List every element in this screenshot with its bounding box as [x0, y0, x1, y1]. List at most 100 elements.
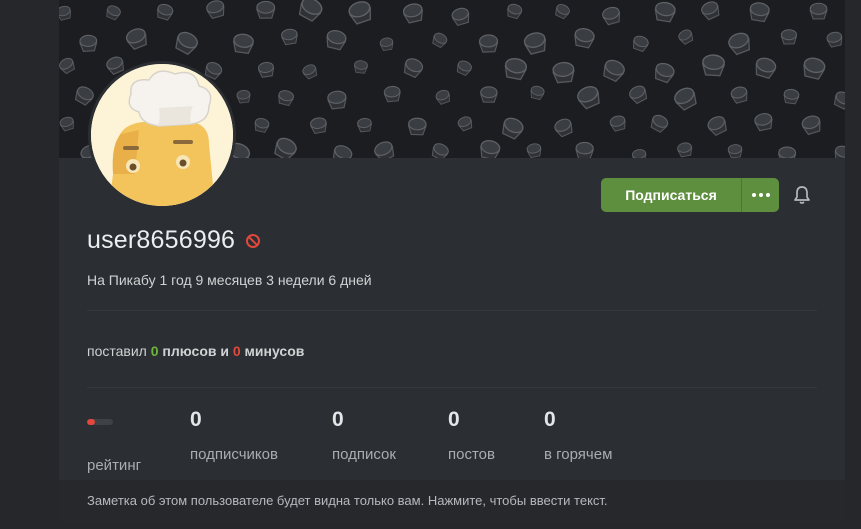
profile-card: Подписаться user8656996 На Пикабу 1 год … [59, 0, 845, 522]
cupcake-pattern-icon [502, 117, 524, 140]
cupcake-pattern-icon [432, 32, 448, 49]
profile-actions: Подписаться [601, 178, 813, 212]
more-button[interactable] [741, 178, 779, 212]
cupcake-pattern-icon [327, 90, 347, 110]
cupcake-pattern-icon [523, 32, 547, 55]
divider [87, 387, 817, 388]
cupcake-pattern-icon [254, 117, 270, 133]
cupcake-pattern-icon [803, 57, 826, 80]
cupcake-pattern-icon [552, 61, 575, 84]
cupcake-pattern-icon [674, 87, 697, 111]
cupcake-pattern-icon [407, 117, 427, 136]
cupcake-pattern-icon [650, 114, 669, 133]
cupcake-pattern-icon [232, 33, 254, 55]
cupcake-pattern-icon [678, 29, 694, 45]
stat-hot[interactable]: 0 в горячем [544, 408, 612, 463]
cupcake-pattern-icon [654, 62, 675, 84]
cupcake-pattern-icon [701, 54, 726, 77]
cupcake-pattern-icon [431, 143, 449, 158]
cupcake-pattern-icon [727, 144, 743, 158]
cupcake-pattern-icon [728, 32, 750, 56]
stat-subscriptions[interactable]: 0 подписок [332, 408, 396, 463]
cupcake-pattern-icon [353, 60, 368, 74]
cupcake-pattern-icon [374, 141, 395, 158]
cupcake-pattern-icon [59, 5, 71, 21]
minus-count: 0 [232, 343, 241, 359]
cupcake-pattern-icon [302, 64, 318, 80]
cupcake-pattern-icon [379, 37, 394, 51]
cupcake-pattern-icon [575, 141, 594, 158]
cupcake-pattern-icon [577, 86, 600, 110]
cupcake-pattern-icon [59, 57, 76, 75]
cupcake-pattern-icon [74, 86, 94, 106]
cupcake-pattern-icon [274, 137, 297, 158]
cupcake-pattern-icon [526, 143, 542, 158]
cupcake-pattern-icon [206, 0, 225, 20]
cupcake-pattern-icon [755, 57, 777, 80]
avatar[interactable] [88, 61, 236, 209]
cupcake-pattern-icon [456, 60, 472, 77]
cupcake-pattern-icon [478, 34, 499, 53]
cupcake-pattern-icon [530, 85, 545, 101]
cupcake-pattern-icon [348, 1, 372, 25]
cupcake-pattern-icon [749, 2, 770, 23]
cupcake-pattern-icon [801, 115, 821, 136]
cupcake-pattern-icon [257, 61, 275, 78]
cupcake-pattern-icon [79, 34, 98, 52]
cupcake-pattern-icon [332, 145, 353, 158]
cupcake-pattern-icon [236, 89, 251, 104]
cupcake-pattern-icon [175, 31, 198, 56]
cupcake-pattern-icon [480, 140, 501, 158]
cupcake-pattern-icon [451, 7, 470, 27]
cupcake-pattern-icon [326, 30, 347, 51]
cupcake-pattern-icon [479, 86, 498, 103]
cupcake-pattern-icon [677, 142, 693, 158]
cupcake-pattern-icon [574, 28, 595, 49]
cupcake-pattern-icon [631, 149, 647, 158]
bell-icon[interactable] [791, 184, 813, 206]
cupcake-pattern-icon [754, 113, 773, 132]
cupcake-pattern-icon [106, 5, 121, 21]
cupcake-pattern-icon [281, 28, 298, 46]
username-row: user8656996 [87, 226, 261, 255]
cupcake-pattern-icon [654, 1, 676, 23]
cupcake-pattern-icon [783, 88, 800, 105]
cupcake-pattern-icon [629, 85, 648, 105]
member-since: На Пикабу 1 год 9 месяцев 3 недели 6 дне… [87, 272, 372, 288]
cupcake-pattern-icon [603, 59, 625, 83]
subscribe-button[interactable]: Подписаться [601, 178, 741, 212]
stat-subscribers[interactable]: 0 подписчиков [190, 408, 278, 463]
cupcake-pattern-icon [435, 89, 450, 105]
username: user8656996 [87, 226, 236, 254]
more-dots-icon [751, 193, 756, 197]
cupcake-pattern-icon [157, 3, 174, 21]
cupcake-pattern-icon [809, 2, 828, 20]
cupcake-pattern-icon [59, 116, 74, 132]
cupcake-pattern-icon [777, 146, 797, 158]
cupcake-pattern-icon [256, 0, 276, 19]
cupcake-pattern-icon [298, 0, 323, 22]
cupcake-pattern-icon [701, 1, 720, 21]
cupcake-pattern-icon [602, 6, 621, 26]
cupcake-pattern-icon [834, 145, 845, 158]
cupcake-pattern-icon [554, 118, 573, 138]
cupcake-pattern-icon [383, 85, 401, 103]
cupcake-pattern-icon [780, 29, 798, 45]
ban-icon [246, 233, 261, 248]
cupcake-pattern-icon [555, 4, 570, 20]
cupcake-pattern-icon [125, 28, 147, 51]
stat-posts[interactable]: 0 постов [448, 408, 495, 463]
divider [87, 310, 817, 311]
cupcake-pattern-icon [357, 117, 372, 133]
cupcake-pattern-icon [826, 31, 843, 48]
cupcake-pattern-icon [730, 86, 748, 104]
cupcake-pattern-icon [403, 58, 424, 79]
cupcake-pattern-icon [278, 90, 294, 107]
cupcake-pattern-icon [633, 35, 649, 53]
cupcake-pattern-icon [310, 117, 327, 135]
avatar-image [91, 64, 233, 206]
user-note-field[interactable]: Заметка об этом пользователе будет видна… [59, 480, 845, 522]
cupcake-pattern-icon [402, 3, 423, 24]
cupcake-pattern-icon [457, 116, 473, 132]
stat-rating: рейтинг [87, 408, 141, 474]
